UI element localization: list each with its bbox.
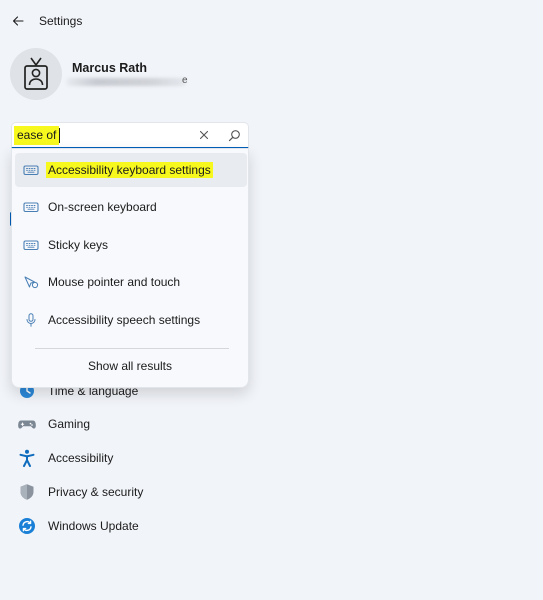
suggestion-mouse-pointer-and-touch[interactable]: Mouse pointer and touch — [15, 265, 247, 299]
user-email-redacted — [66, 78, 186, 86]
user-email-tail: e — [182, 75, 188, 86]
sync-icon — [19, 518, 35, 534]
nav-item-label: Accessibility — [48, 451, 114, 465]
suggestion-sticky-keys[interactable]: Sticky keys — [15, 228, 247, 262]
nav-item-privacy-security[interactable]: Privacy & security — [14, 478, 244, 506]
microphone-icon — [26, 313, 36, 327]
back-button[interactable] — [8, 11, 28, 31]
suggestion-accessibility-keyboard-settings[interactable]: Accessibility keyboard settings — [15, 153, 247, 187]
nav-item-accessibility[interactable]: Accessibility — [14, 444, 244, 472]
nav-item-label: Privacy & security — [48, 485, 144, 499]
search-input[interactable]: ease of — [11, 122, 249, 149]
nav-item-gaming[interactable]: Gaming — [14, 410, 244, 438]
avatar[interactable] — [10, 48, 62, 100]
dropdown-divider — [35, 348, 229, 349]
search-query-text: ease of — [14, 126, 60, 145]
suggestion-accessibility-speech-settings[interactable]: Accessibility speech settings — [15, 303, 247, 337]
nav-item-label: Windows Update — [48, 519, 139, 533]
text-caret — [59, 128, 60, 143]
show-all-results-button[interactable]: Show all results — [12, 359, 248, 373]
gamepad-icon — [18, 420, 36, 429]
suggestion-label: Mouse pointer and touch — [48, 275, 181, 289]
nav-item-label: Gaming — [48, 417, 91, 431]
suggestion-label: Accessibility keyboard settings — [46, 162, 213, 178]
shield-icon — [20, 484, 34, 500]
keyboard-icon — [23, 202, 39, 213]
window-title: Settings — [39, 14, 83, 28]
keyboard-icon — [23, 165, 39, 176]
title-bar: Settings — [0, 0, 543, 42]
suggestion-label: Accessibility speech settings — [48, 313, 201, 327]
back-arrow-icon — [12, 16, 24, 26]
search-suggestions-dropdown: Accessibility keyboard settings On-scree… — [11, 148, 249, 388]
suggestion-on-screen-keyboard[interactable]: On-screen keyboard — [15, 190, 247, 224]
keyboard-icon — [23, 240, 39, 251]
nav-item-windows-update[interactable]: Windows Update — [14, 512, 244, 540]
suggestion-label: On-screen keyboard — [48, 200, 157, 214]
clear-icon[interactable] — [197, 128, 211, 142]
user-profile: Marcus Rath e — [10, 48, 270, 102]
suggestion-label: Sticky keys — [48, 238, 109, 252]
badge-icon — [24, 57, 48, 90]
search-icon[interactable] — [228, 129, 241, 142]
mouse-pointer-icon — [24, 276, 39, 289]
user-name: Marcus Rath — [72, 61, 148, 75]
accessibility-icon — [19, 449, 35, 467]
